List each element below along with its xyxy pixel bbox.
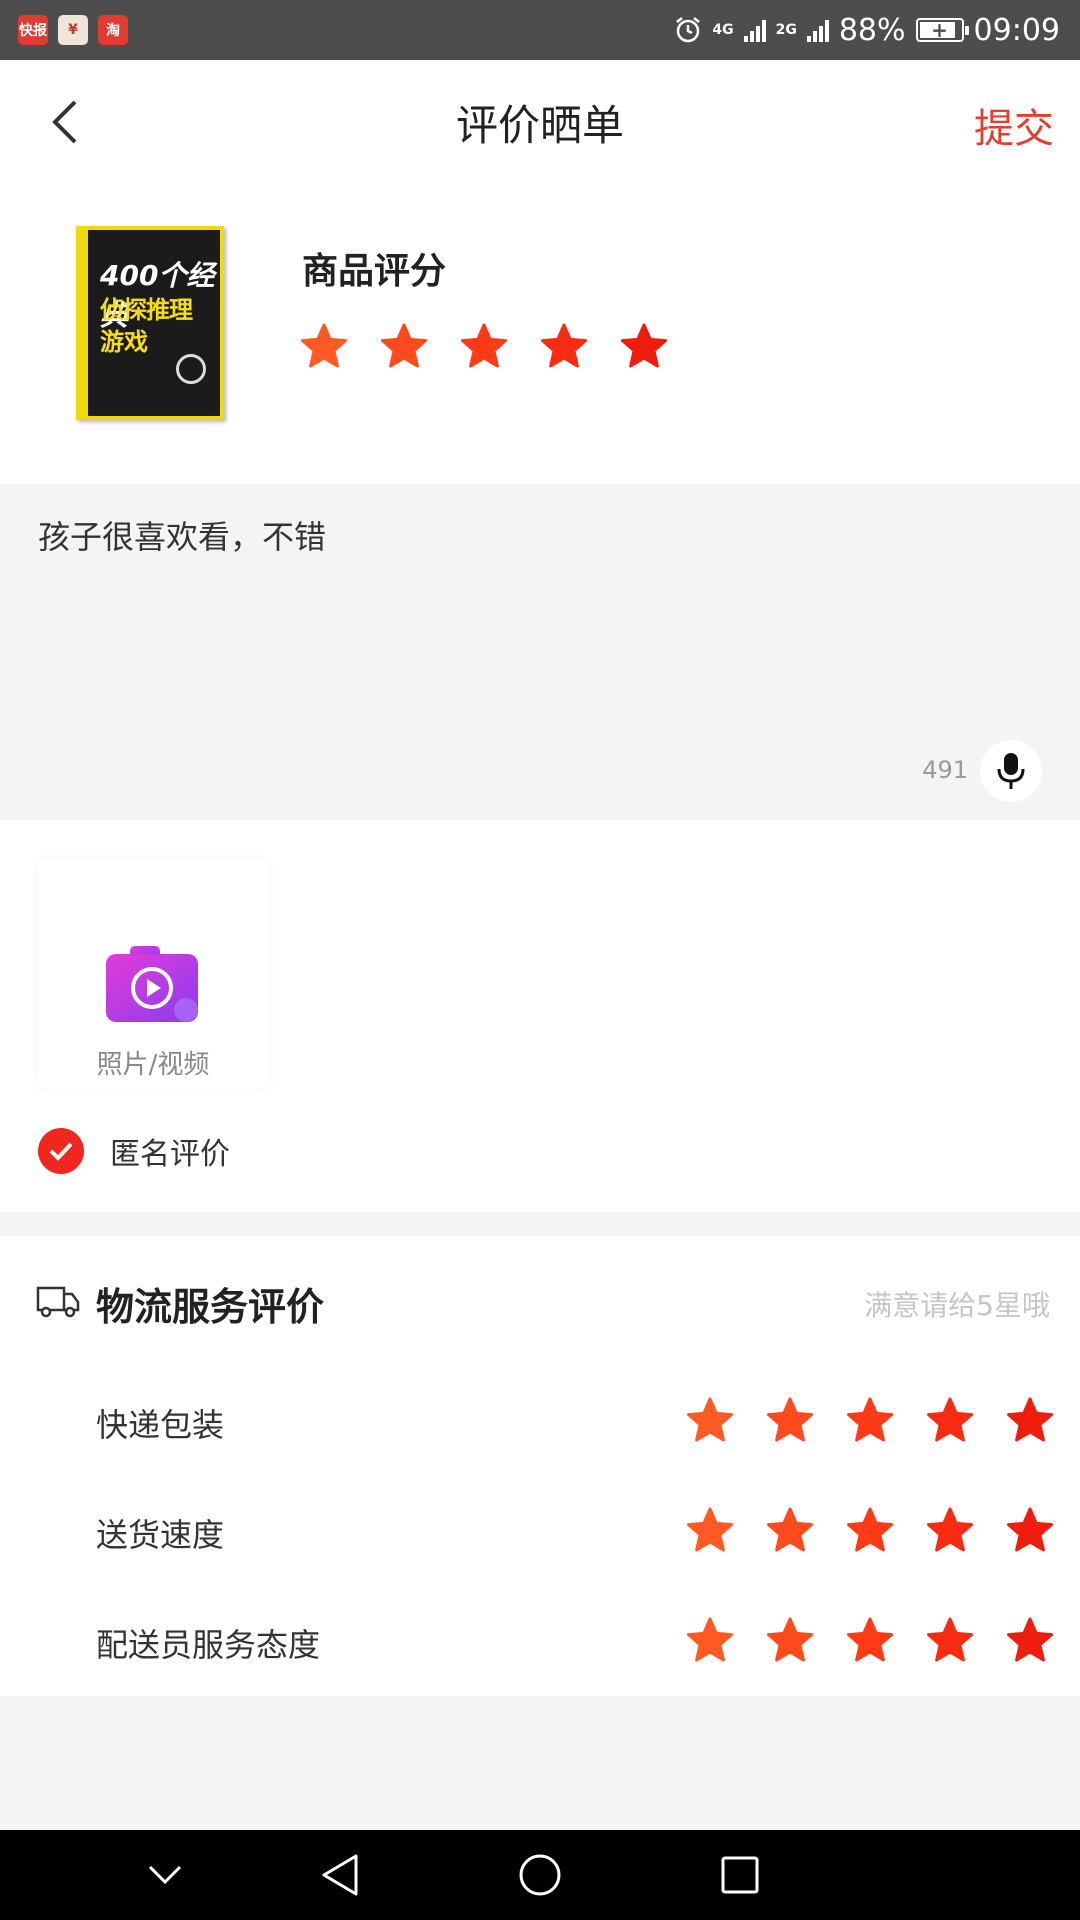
media-section: 照片/视频 匿名评价 [0, 820, 1080, 1212]
upload-photo-video-button[interactable]: 照片/视频 [38, 860, 268, 1088]
star-icon[interactable] [380, 322, 428, 370]
star-icon[interactable] [1006, 1396, 1054, 1444]
product-rating-section: 400个经典 侦探推理 游戏 商品评分 [0, 184, 1080, 484]
nav-back-button[interactable] [315, 1850, 365, 1900]
nav-recents-button[interactable] [715, 1850, 765, 1900]
back-button[interactable] [40, 94, 90, 150]
camera-video-icon [106, 946, 198, 1022]
truck-icon [36, 1286, 80, 1318]
packaging-star-rating[interactable] [686, 1396, 1054, 1444]
star-icon[interactable] [766, 1616, 814, 1664]
anonymous-review-toggle[interactable]: 匿名评价 [38, 1128, 230, 1174]
page-title: 评价晒单 [455, 100, 624, 150]
page-header: 评价晒单 提交 [0, 60, 1080, 184]
delivery-speed-star-rating[interactable] [686, 1506, 1054, 1554]
logistics-row-courier: 配送员服务态度 [0, 1612, 1080, 1672]
star-icon[interactable] [846, 1616, 894, 1664]
notification-icons: 快报 ¥ 淘 [18, 15, 128, 45]
remaining-char-count: 491 [922, 756, 968, 784]
chevron-left-icon [52, 100, 77, 144]
logistics-hint: 满意请给5星哦 [864, 1289, 1050, 1322]
logistics-row-label: 送货速度 [96, 1516, 225, 1554]
nav-home-button[interactable] [515, 1850, 565, 1900]
star-icon[interactable] [926, 1616, 974, 1664]
star-icon[interactable] [1006, 1506, 1054, 1554]
star-icon[interactable] [460, 322, 508, 370]
product-image: 400个经典 侦探推理 游戏 [76, 226, 224, 420]
hide-nav-button[interactable] [140, 1850, 190, 1900]
logistics-row-packaging: 快递包装 [0, 1392, 1080, 1452]
battery-charging-icon: + [915, 18, 969, 42]
star-icon[interactable] [766, 1506, 814, 1554]
news-app-icon: 快报 [18, 15, 48, 45]
courier-service-star-rating[interactable] [686, 1616, 1054, 1664]
signal-icon [743, 18, 766, 42]
check-icon[interactable] [38, 1128, 84, 1174]
star-icon[interactable] [846, 1396, 894, 1444]
logistics-rating-section: 物流服务评价 满意请给5星哦 快递包装 送货速度 配送员服务态度 [0, 1236, 1080, 1696]
signal-icon [806, 18, 829, 42]
taobao-app-icon: 淘 [98, 15, 128, 45]
home-circle-icon [519, 1854, 561, 1896]
logistics-row-speed: 送货速度 [0, 1502, 1080, 1562]
star-icon[interactable] [540, 322, 588, 370]
microphone-icon [997, 753, 1025, 789]
back-triangle-icon [322, 1854, 358, 1896]
system-nav-bar [0, 1830, 1080, 1920]
logistics-title: 物流服务评价 [96, 1285, 325, 1329]
cover-line-3: 游戏 [100, 328, 148, 356]
star-icon[interactable] [686, 1506, 734, 1554]
comment-text[interactable]: 孩子很喜欢看，不错 [38, 512, 326, 558]
network-type-1: 4G [712, 22, 734, 38]
star-icon[interactable] [620, 322, 668, 370]
payment-app-icon: ¥ [58, 15, 88, 45]
alarm-icon [676, 17, 701, 43]
voice-input-button[interactable] [980, 740, 1042, 802]
logistics-row-label: 配送员服务态度 [96, 1626, 321, 1664]
network-type-2: 2G [775, 22, 797, 38]
product-star-rating[interactable] [300, 322, 668, 370]
chevron-down-icon [148, 1865, 182, 1885]
star-icon[interactable] [300, 322, 348, 370]
star-icon[interactable] [686, 1396, 734, 1444]
comment-area[interactable]: 孩子很喜欢看，不错 491 [0, 484, 1080, 820]
star-icon[interactable] [846, 1506, 894, 1554]
magnifier-icon [176, 354, 206, 384]
status-bar: 快报 ¥ 淘 4G 2G 88% + 09:09 [0, 0, 1080, 60]
anonymous-label: 匿名评价 [110, 1137, 230, 1172]
logistics-row-label: 快递包装 [96, 1406, 225, 1444]
product-rating-title: 商品评分 [302, 251, 447, 292]
battery-percent: 88% [838, 12, 906, 48]
star-icon[interactable] [1006, 1616, 1054, 1664]
star-icon[interactable] [766, 1396, 814, 1444]
cover-line-2: 侦探推理 [100, 296, 193, 324]
submit-button[interactable]: 提交 [974, 96, 1054, 154]
upload-label: 照片/视频 [96, 1050, 210, 1080]
clock: 09:09 [973, 12, 1060, 48]
recents-square-icon [721, 1856, 759, 1894]
star-icon[interactable] [686, 1616, 734, 1664]
star-icon[interactable] [926, 1396, 974, 1444]
star-icon[interactable] [926, 1506, 974, 1554]
